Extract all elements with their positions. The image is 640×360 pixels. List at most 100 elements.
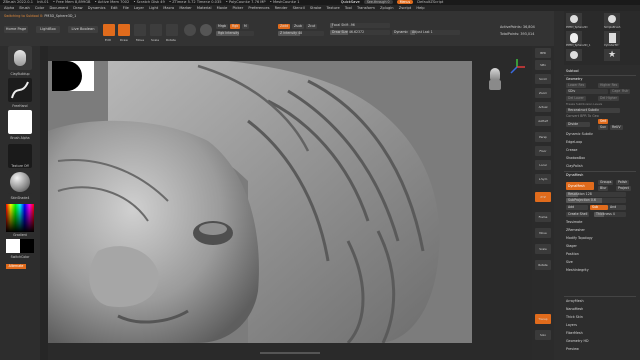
transp-button[interactable]: Transp [535,314,551,324]
convert-bpr-button[interactable]: Convert BPR To Geo [566,114,626,119]
timeline-scrollbar[interactable] [260,352,320,354]
home-page-button[interactable]: Home Page [4,26,28,33]
menu-item[interactable]: Zplugin [380,6,394,10]
menu-item[interactable]: Color [35,6,44,10]
bpr-button[interactable]: BPR [535,48,551,58]
local-button[interactable]: Local [535,160,551,170]
sdiv-slider[interactable]: SDiv [566,89,608,94]
scale-tool-button[interactable] [150,24,162,36]
dynamic-subdiv-menu[interactable]: Dynamic Subdiv [566,132,626,137]
move-tool-button[interactable] [134,24,146,36]
blur-button[interactable]: Blur [598,186,609,191]
project-button[interactable]: Project [616,186,631,191]
edgeloop-menu[interactable]: EdgeLoop [566,140,626,145]
m-button[interactable]: M [242,24,249,29]
default-zscript[interactable]: DefaultZScript [417,0,443,4]
draw-size-slider[interactable]: Draw Size 46.62372 [330,30,390,35]
menu-item[interactable]: Brush [19,6,29,10]
persp-button[interactable]: Persp [535,132,551,142]
del-higher-button[interactable]: Del Higher [598,96,619,101]
menu-item[interactable]: Material [197,6,212,10]
add-button[interactable]: Add [566,205,588,210]
menu-item[interactable]: Light [149,6,158,10]
menu-item[interactable]: Layer [134,6,144,10]
stroke-thumbnail[interactable] [8,78,32,102]
thick-skin-menu[interactable]: Thick Skin [566,315,626,320]
subtool-thumb[interactable] [566,31,582,45]
geometry-hd-menu[interactable]: Geometry HD [566,339,626,344]
subtool-thumb[interactable] [604,13,620,27]
color-picker[interactable] [6,204,34,232]
see-through-slider[interactable]: See-through 0 [363,0,393,4]
secondary-color-swatch[interactable] [20,239,34,253]
groups-button[interactable]: Groups [598,180,614,185]
scroll-button[interactable]: Scroll [535,74,551,84]
quicksave-button[interactable]: QuickSave [341,0,360,4]
adjust-last-slider[interactable]: Adjust Last 1 [410,30,460,35]
menu-item[interactable]: Zscript [399,6,411,10]
nano-mesh-menu[interactable]: NanoMesh [566,307,626,312]
fiber-mesh-menu[interactable]: FiberMesh [566,331,626,336]
lower-res-button[interactable]: Lower Res [566,83,587,88]
and-button[interactable]: And [608,205,626,210]
head-gizmo[interactable] [486,62,504,92]
focal-shift-slider[interactable]: Focal Shift -96 [330,23,390,28]
menu-item[interactable]: Texture [327,6,340,10]
spix-button[interactable]: SPix [535,60,551,70]
sub-button[interactable]: Sub [590,205,608,210]
thickness-slider[interactable]: Thickness 4 [594,212,626,217]
layers-menu[interactable]: Layers [566,323,626,328]
mrgb-button[interactable]: Mrgb [216,24,229,29]
menu-item[interactable]: Movie [217,6,228,10]
color-sphere-icon[interactable] [200,24,212,36]
subtool-thumb[interactable] [566,13,582,27]
dynamic-button[interactable]: Dynamic [392,30,411,35]
z-intensity-slider[interactable]: Z Intensity 48 [278,31,324,36]
menu-item[interactable]: Dynamics [88,6,106,10]
xyz-button[interactable]: XYZ [535,192,551,202]
rgb-intensity-slider[interactable]: Rgb Intensity [216,31,254,36]
subtool-menu[interactable]: Subtool [566,69,626,74]
edit-tool-button[interactable] [103,24,115,36]
crease-menu[interactable]: Crease [566,148,626,153]
menu-item[interactable]: Picker [232,6,243,10]
menu-item[interactable]: Edit [111,6,118,10]
position-menu[interactable]: Position [566,252,626,257]
del-lower-button[interactable]: Del Lower [566,96,586,101]
menu-item[interactable]: File [123,6,129,10]
switch-color-label[interactable]: SwitchColor [3,255,37,259]
dynamesh-menu[interactable]: DynaMesh [566,173,626,178]
array-mesh-menu[interactable]: ArrayMesh [566,299,626,304]
claypolish-menu[interactable]: ClayPolish [566,164,626,169]
frame-button[interactable]: Frame [535,212,551,222]
zremesher-menu[interactable]: ZRemesher [566,228,626,233]
rotate-view-button[interactable]: Rotate [535,260,551,270]
smt-button[interactable]: Smt [598,119,609,124]
solo-button[interactable]: Solo [535,330,551,340]
lightbox-button[interactable]: LightBox [36,26,60,33]
scale-view-button[interactable]: Scale [535,244,551,254]
shadowbox-menu[interactable]: ShadowBox [566,156,626,161]
actual-button[interactable]: Actual [535,102,551,112]
alpha-thumbnail[interactable] [8,110,32,134]
divide-button[interactable]: Divide [566,122,590,127]
aahalf-button[interactable]: AAHalf [535,116,551,126]
zsub-button[interactable]: Zsub [292,24,304,29]
modify-topology-menu[interactable]: Modify Topology [566,236,626,241]
move-view-button[interactable]: Move [535,228,551,238]
zadd-button[interactable]: Zadd [278,24,291,29]
dynamesh-button[interactable]: DynaMesh [566,182,594,190]
brush-thumbnail[interactable] [8,46,32,70]
draw-tool-button[interactable] [118,24,130,36]
subprojection-slider[interactable]: SubProjection 0.6 [566,198,626,203]
zcut-button[interactable]: Zcut [306,24,318,29]
menu-item[interactable]: Render [275,6,288,10]
rotate-tool-button[interactable] [166,24,178,36]
geometry-menu[interactable]: Geometry [566,77,626,82]
tessimate-menu[interactable]: Tessimate [566,220,626,225]
reconstruct-subdiv-button[interactable]: Reconstruct Subdiv [566,108,620,113]
material-sphere-icon[interactable] [184,24,196,36]
stager-menu[interactable]: Stager [566,244,626,249]
material-thumbnail[interactable] [8,170,32,194]
freeze-subdiv-button[interactable]: Freeze SubDivision Levels [566,102,626,107]
